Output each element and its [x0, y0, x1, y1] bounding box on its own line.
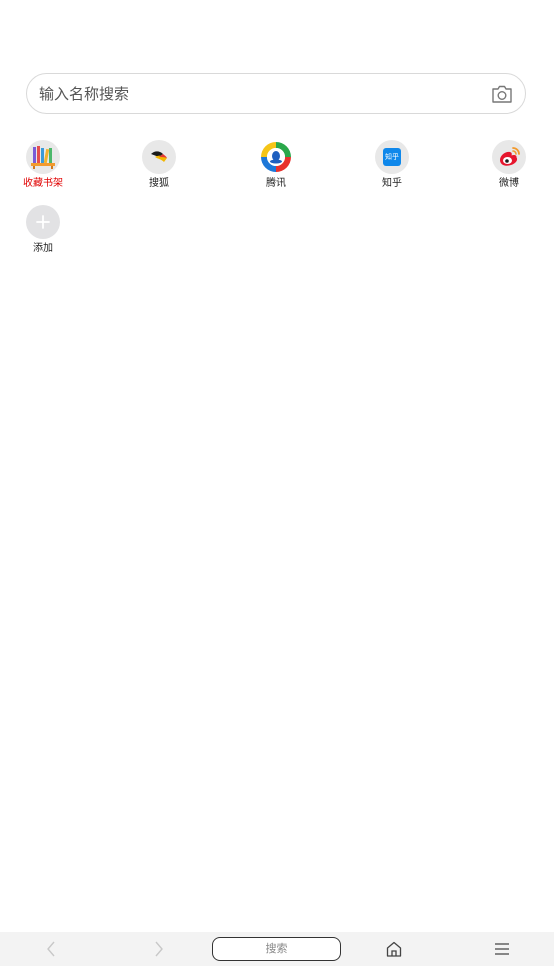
bottom-navigation-bar: 搜索: [0, 932, 554, 966]
shortcut-bookshelf[interactable]: 收藏书架: [13, 140, 73, 190]
shortcut-sohu[interactable]: 搜狐: [129, 140, 189, 190]
weibo-icon: [492, 140, 526, 174]
zhihu-icon: 知乎: [375, 140, 409, 174]
browser-home-page: 收藏书架 搜狐 腾讯 知乎: [0, 0, 554, 966]
shortcut-tencent[interactable]: 腾讯: [246, 140, 306, 190]
camera-icon[interactable]: [491, 84, 513, 104]
bookshelf-icon: [26, 140, 60, 174]
sohu-icon: [142, 140, 176, 174]
shortcut-zhihu[interactable]: 知乎 知乎: [362, 140, 422, 190]
shortcut-label: 微博: [499, 178, 519, 189]
bottom-search-button[interactable]: 搜索: [212, 937, 341, 961]
shortcut-label: 添加: [33, 243, 53, 254]
shortcut-label: 知乎: [382, 178, 402, 189]
add-shortcut-button[interactable]: 添加: [13, 205, 73, 255]
zhihu-badge: 知乎: [383, 148, 401, 166]
shortcut-label: 腾讯: [266, 178, 286, 189]
add-icon: [26, 205, 60, 239]
search-bar[interactable]: [26, 73, 526, 114]
tencent-icon: [259, 140, 293, 174]
chevron-left-icon[interactable]: [39, 938, 63, 960]
menu-icon[interactable]: [490, 938, 514, 960]
shortcut-label: 搜狐: [149, 178, 169, 189]
shortcut-label: 收藏书架: [23, 178, 63, 189]
shortcut-weibo[interactable]: 微博: [479, 140, 539, 190]
home-icon[interactable]: [382, 938, 406, 960]
chevron-right-icon[interactable]: [147, 938, 171, 960]
search-input[interactable]: [39, 82, 479, 106]
